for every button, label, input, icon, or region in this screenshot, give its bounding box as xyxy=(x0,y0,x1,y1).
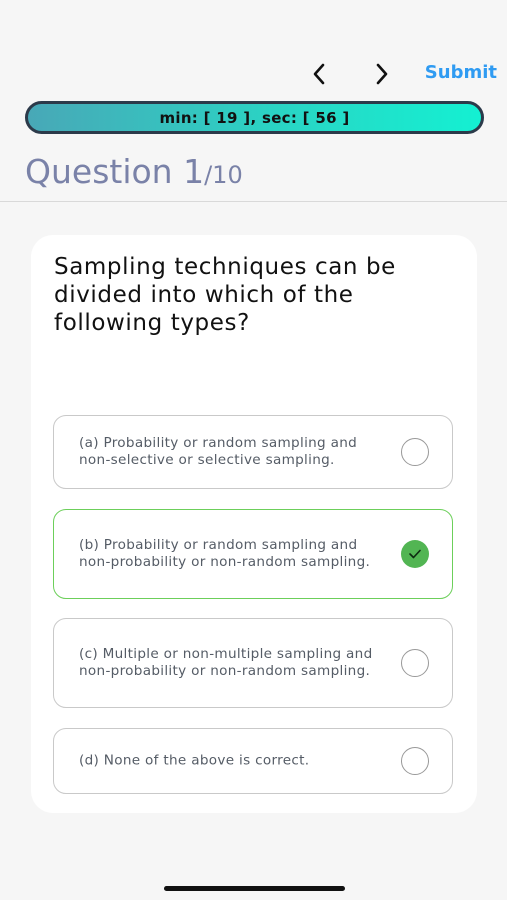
option-text: (d) None of the above is correct. xyxy=(79,752,310,769)
radio-unchecked-icon[interactable] xyxy=(401,649,429,677)
option-text: (c) Multiple or non-multiple sampling an… xyxy=(79,646,373,679)
question-card: Sampling techniques can be divided into … xyxy=(31,235,477,813)
answer-option-b[interactable]: (b) Probability or random sampling and n… xyxy=(53,509,453,599)
option-text: (b) Probability or random sampling and n… xyxy=(79,537,371,570)
checkmark-icon xyxy=(409,549,421,559)
submit-button[interactable]: Submit xyxy=(425,62,497,83)
question-counter: Question 1/10 xyxy=(25,152,243,191)
radio-unchecked-icon[interactable] xyxy=(401,438,429,466)
home-indicator xyxy=(164,886,345,891)
divider xyxy=(0,201,507,202)
countdown-timer: min: [ 19 ], sec: [ 56 ] xyxy=(25,101,484,134)
radio-unchecked-icon[interactable] xyxy=(401,747,429,775)
question-total: /10 xyxy=(204,161,243,189)
next-question-button[interactable] xyxy=(364,56,400,92)
answer-option-d[interactable]: (d) None of the above is correct. xyxy=(53,728,453,794)
radio-checked-icon[interactable] xyxy=(401,540,429,568)
nav-bar: Submit xyxy=(0,52,507,96)
option-text: (a) Probability or random sampling and n… xyxy=(79,435,358,468)
status-bar xyxy=(0,0,507,44)
previous-question-button[interactable] xyxy=(301,56,337,92)
timer-text: min: [ 19 ], sec: [ 56 ] xyxy=(159,108,350,127)
question-prompt: Sampling techniques can be divided into … xyxy=(54,254,396,336)
chevron-right-icon xyxy=(376,63,388,85)
answer-option-a[interactable]: (a) Probability or random sampling and n… xyxy=(53,415,453,489)
question-label: Question 1 xyxy=(25,152,205,191)
answer-option-c[interactable]: (c) Multiple or non-multiple sampling an… xyxy=(53,618,453,708)
chevron-left-icon xyxy=(313,63,325,85)
